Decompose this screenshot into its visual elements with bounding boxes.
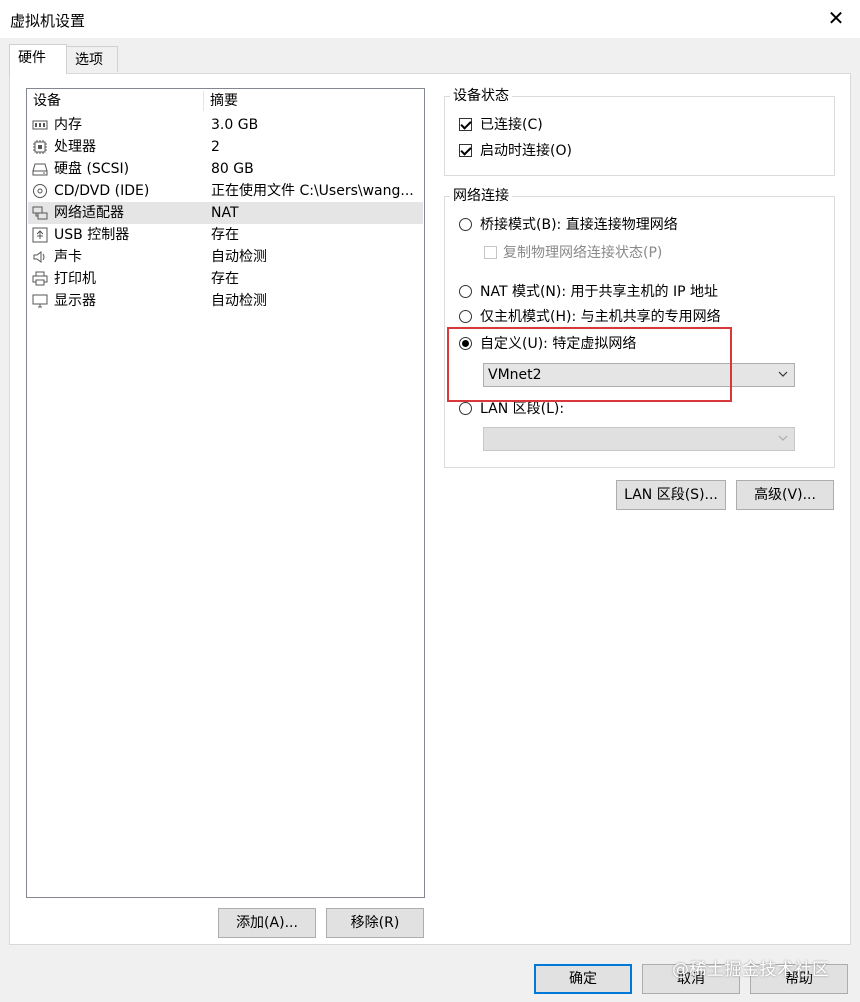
nat-label[interactable]: NAT 模式(N): 用于共享主机的 IP 地址	[480, 283, 718, 301]
remove-device-button[interactable]: 移除(R)	[326, 908, 424, 938]
device-summary: 存在	[211, 227, 239, 243]
close-icon[interactable]: ✕	[826, 8, 846, 28]
connected-label[interactable]: 已连接(C)	[480, 116, 543, 134]
replicate-state-label[interactable]: 复制物理网络连接状态(P)	[503, 244, 662, 262]
device-summary: 正在使用文件 C:\Users\wang...	[211, 183, 414, 199]
memory-icon	[32, 120, 48, 130]
device-name: 硬盘 (SCSI)	[54, 161, 130, 177]
device-name: 显示器	[54, 293, 96, 309]
device-row-usb[interactable]: USB 控制器 存在	[28, 224, 423, 246]
bridged-radio[interactable]	[459, 218, 472, 231]
device-name: 打印机	[54, 271, 96, 287]
device-summary: 自动检测	[211, 249, 267, 265]
device-row-hard-disk[interactable]: 硬盘 (SCSI) 80 GB	[28, 158, 423, 180]
connect-at-power-on-label[interactable]: 启动时连接(O)	[480, 142, 572, 160]
tab-hardware[interactable]: 硬件	[9, 44, 67, 74]
column-header-summary[interactable]: 摘要	[210, 91, 238, 111]
device-row-processor[interactable]: 处理器 2	[28, 136, 423, 158]
lan-segment-radio[interactable]	[459, 402, 472, 415]
chevron-down-icon	[778, 371, 788, 377]
column-divider[interactable]	[203, 91, 204, 111]
network-connection-title: 网络连接	[450, 188, 512, 204]
window-title: 虚拟机设置	[10, 12, 86, 30]
connected-checkbox[interactable]	[459, 118, 472, 131]
device-status-group	[444, 96, 835, 176]
device-summary: 3.0 GB	[211, 117, 259, 133]
device-row-display[interactable]: 显示器 自动检测	[28, 290, 423, 312]
lan-segment-select[interactable]	[483, 427, 795, 451]
hard-disk-icon	[32, 163, 48, 176]
device-summary: 2	[211, 139, 220, 155]
printer-icon	[32, 271, 48, 286]
highlight-annotation	[447, 327, 732, 402]
device-summary: 存在	[211, 271, 239, 287]
device-summary: 自动检测	[211, 293, 267, 309]
advanced-button[interactable]: 高级(V)...	[736, 480, 834, 510]
bridged-label[interactable]: 桥接模式(B): 直接连接物理网络	[480, 216, 678, 234]
lan-segments-button[interactable]: LAN 区段(S)...	[616, 480, 726, 510]
device-name: 处理器	[54, 139, 96, 155]
usb-icon	[32, 227, 48, 243]
column-header-device[interactable]: 设备	[33, 91, 61, 111]
device-row-printer[interactable]: 打印机 存在	[28, 268, 423, 290]
device-status-title: 设备状态	[450, 88, 512, 104]
display-icon	[32, 294, 48, 308]
device-summary: 80 GB	[211, 161, 254, 177]
network-adapter-icon	[32, 206, 48, 220]
tab-options[interactable]: 选项	[66, 46, 118, 72]
watermark: @稀土掘金技术社区	[672, 960, 830, 980]
sound-card-icon	[33, 251, 45, 263]
device-row-sound-card[interactable]: 声卡 自动检测	[28, 246, 423, 268]
device-list[interactable]: 设备 摘要 内存 3.0 GB 处理器 2 硬盘 (SCSI) 80 GB CD…	[26, 88, 425, 898]
device-row-memory[interactable]: 内存 3.0 GB	[28, 114, 423, 136]
host-only-label[interactable]: 仅主机模式(H): 与主机共享的专用网络	[480, 308, 721, 326]
replicate-state-checkbox[interactable]	[484, 246, 497, 259]
connect-at-power-on-checkbox[interactable]	[459, 144, 472, 157]
device-row-cd-dvd[interactable]: CD/DVD (IDE) 正在使用文件 C:\Users\wang...	[28, 180, 423, 202]
device-name: CD/DVD (IDE)	[54, 183, 150, 199]
device-name: 内存	[54, 117, 82, 133]
device-name: USB 控制器	[54, 227, 130, 243]
device-name: 声卡	[54, 249, 82, 265]
host-only-radio[interactable]	[459, 310, 472, 323]
add-device-button[interactable]: 添加(A)...	[218, 908, 316, 938]
cd-dvd-icon	[33, 184, 47, 198]
processor-icon	[33, 140, 47, 154]
device-summary: NAT	[211, 205, 239, 221]
device-row-network-adapter[interactable]: 网络适配器 NAT	[28, 202, 423, 224]
nat-radio[interactable]	[459, 285, 472, 298]
lan-segment-label[interactable]: LAN 区段(L):	[480, 400, 564, 418]
title-bar	[0, 0, 860, 38]
ok-button[interactable]: 确定	[534, 964, 632, 994]
device-name: 网络适配器	[54, 205, 124, 221]
chevron-down-icon	[778, 435, 788, 441]
